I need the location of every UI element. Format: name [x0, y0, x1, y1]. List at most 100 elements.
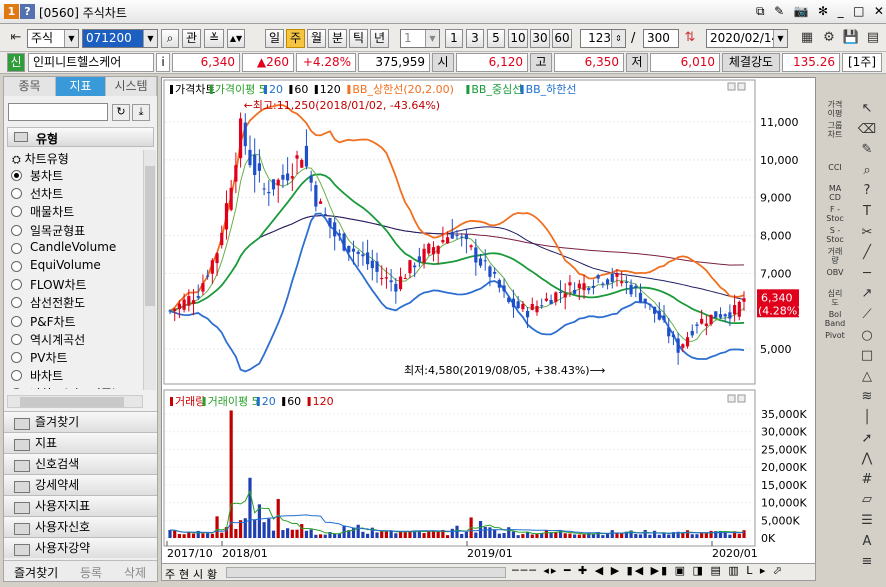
eraser-icon[interactable]: ⌫ — [855, 121, 879, 139]
rect-icon[interactable]: □ — [855, 347, 879, 365]
tab-current[interactable]: 현 — [179, 566, 189, 582]
paint-icon[interactable]: ✎ — [855, 141, 879, 159]
stock-code-input[interactable]: 071200 ▼ — [82, 29, 158, 48]
indicator-shortcut[interactable]: S - Stoc — [820, 226, 850, 244]
stock-chart[interactable]: 11,00010,0009,0008,0007,0006,0005,000가격차… — [162, 78, 817, 567]
tab-status[interactable]: 황 — [207, 566, 217, 582]
folder-item[interactable]: 지표 — [4, 432, 157, 453]
chart-type-item[interactable]: 바차트 — [30, 367, 63, 384]
channel-icon[interactable]: ▱ — [855, 491, 879, 509]
ratio-button[interactable]: ≚ — [204, 29, 224, 48]
interval-3[interactable]: 3 — [466, 29, 484, 48]
indicator-shortcut[interactable]: MA CD — [820, 184, 850, 202]
indicator-shortcut[interactable]: Bol Band — [820, 310, 850, 328]
group-type[interactable]: 유형 — [7, 127, 154, 147]
indicator-shortcut[interactable]: CCI — [820, 163, 850, 172]
folder-item[interactable]: 사용자강약 — [4, 537, 157, 558]
folder-item[interactable]: 즐겨찾기 — [4, 411, 157, 432]
chart-type-radio[interactable] — [11, 170, 22, 181]
chart-type-item[interactable]: FLOW차트 — [30, 276, 87, 293]
chart-type-item[interactable]: EquiVolume — [30, 258, 101, 272]
chart-area[interactable]: 11,00010,0009,0008,0007,0006,0005,000가격차… — [161, 77, 816, 566]
settings-icon[interactable]: ✻ — [818, 4, 828, 19]
info-icon[interactable]: i — [156, 53, 170, 72]
indicator-search-input[interactable] — [8, 103, 108, 121]
period-month[interactable]: 월 — [307, 29, 326, 48]
indicator-shortcut[interactable]: Pivot — [820, 331, 850, 340]
chart-type-item[interactable]: 선차트 — [30, 185, 63, 202]
date-select[interactable]: 2020/02/14 ▼ — [706, 29, 788, 48]
folder-item[interactable]: 사용자지표 — [4, 495, 157, 516]
fibo-icon[interactable]: ≋ — [855, 388, 879, 406]
minimize-button[interactable]: _ — [838, 4, 844, 19]
tile-icon[interactable]: ⧉ — [756, 4, 765, 19]
arrow-icon[interactable]: ➚ — [855, 430, 879, 448]
chart-type-radio[interactable] — [11, 242, 22, 254]
scroll-zoom-controls[interactable]: ─── ◂▸ ━ ✚ ◀ ▶ ▮◀ ▶▮ ▣ ◨ ▤ ▥ L ▸ ⬀ — [512, 564, 784, 577]
camera-icon[interactable]: 📷 — [794, 4, 809, 19]
multi-icon[interactable]: ≡ — [855, 553, 879, 571]
chart-type-item[interactable]: PV차트 — [30, 349, 68, 366]
chart-type-radio[interactable] — [11, 261, 22, 272]
tab-market[interactable]: 시 — [193, 566, 203, 582]
chart-type-header[interactable]: ⛭ 차트유형 — [12, 150, 69, 167]
bar-count-input[interactable]: 123 ⇕ — [580, 29, 626, 48]
grid-tool-icon[interactable]: # — [855, 471, 879, 489]
indicator-shortcut[interactable]: 거래 량 — [820, 247, 850, 265]
chart-type-item[interactable]: CandleVolume — [30, 240, 116, 254]
chart-type-radio[interactable] — [11, 188, 22, 200]
period-tick[interactable]: 틱 — [349, 29, 368, 48]
stack-icon[interactable]: ☰ — [855, 512, 879, 530]
cursor-icon[interactable]: ↖ — [855, 100, 879, 118]
vertical-scrollbar[interactable] — [143, 150, 156, 390]
chart-type-radio[interactable] — [11, 279, 22, 291]
polyline-icon[interactable]: ⟋ — [855, 306, 879, 324]
indicator-shortcut[interactable]: OBV — [820, 268, 850, 277]
favorites-button[interactable]: 즐겨찾기 — [14, 564, 58, 581]
folder-item[interactable]: 강세약세 — [4, 474, 157, 495]
chart-type-item[interactable]: 역시계곡선 — [30, 331, 85, 348]
config-icon[interactable]: ⚙ — [820, 29, 838, 47]
period-day[interactable]: 일 — [265, 29, 284, 48]
updown-button[interactable]: ▲▼ — [227, 29, 245, 48]
tab-stocks[interactable]: 종목 — [4, 77, 56, 96]
hscroll-thumb[interactable] — [20, 397, 124, 407]
interval-10[interactable]: 10 — [508, 29, 528, 48]
chart-type-radio[interactable] — [11, 388, 22, 389]
chart-type-item[interactable]: 바차트(시고저종) — [30, 385, 117, 389]
market-select[interactable]: 주식 ▼ — [27, 29, 79, 48]
folder-item[interactable]: 신호검색 — [4, 453, 157, 474]
folder-item[interactable]: 사용자신호 — [4, 516, 157, 537]
period-minute[interactable]: 분 — [328, 29, 347, 48]
circle-icon[interactable]: ○ — [855, 327, 879, 345]
triangle-icon[interactable]: △ — [855, 368, 879, 386]
tab-indicators[interactable]: 지표 — [56, 77, 106, 96]
vline-icon[interactable]: │ — [855, 409, 879, 427]
chart-type-item[interactable]: P&F차트 — [30, 313, 76, 330]
chart-type-radio[interactable] — [11, 206, 22, 218]
interval-5[interactable]: 5 — [487, 29, 505, 48]
delete-button[interactable]: 삭제 — [124, 564, 146, 581]
trend-icon[interactable]: ↗ — [855, 285, 879, 303]
text-icon[interactable]: T — [855, 203, 879, 221]
scrollbar-thumb[interactable] — [145, 166, 155, 306]
chart-type-radio[interactable] — [11, 224, 22, 236]
indicator-shortcut[interactable]: F - Stoc — [820, 205, 850, 223]
tab-system[interactable]: 시스템 — [106, 77, 157, 96]
interval-30[interactable]: 30 — [530, 29, 550, 48]
period-year[interactable]: 년 — [370, 29, 389, 48]
question-icon[interactable]: ? — [855, 182, 879, 200]
magnifier-icon[interactable]: ⌕ — [855, 162, 879, 180]
memo-icon[interactable]: ✎ — [774, 4, 784, 19]
indicator-shortcut[interactable]: 심리 도 — [820, 289, 850, 307]
indicator-shortcut[interactable]: 가격 이평 — [820, 100, 850, 118]
chart-type-item[interactable]: 봉차트 — [30, 167, 63, 184]
period-week[interactable]: 주 — [286, 29, 305, 48]
close-button[interactable]: ✕ — [874, 4, 884, 19]
kwan-button[interactable]: 관 — [182, 29, 201, 48]
chart-type-radio[interactable] — [11, 297, 22, 309]
back-icon[interactable]: ⇤ — [6, 29, 26, 47]
interval-select[interactable]: 1 ▼ — [400, 29, 440, 48]
refresh-icon[interactable]: ↻ — [112, 104, 130, 121]
chart-type-radio[interactable] — [11, 370, 22, 382]
